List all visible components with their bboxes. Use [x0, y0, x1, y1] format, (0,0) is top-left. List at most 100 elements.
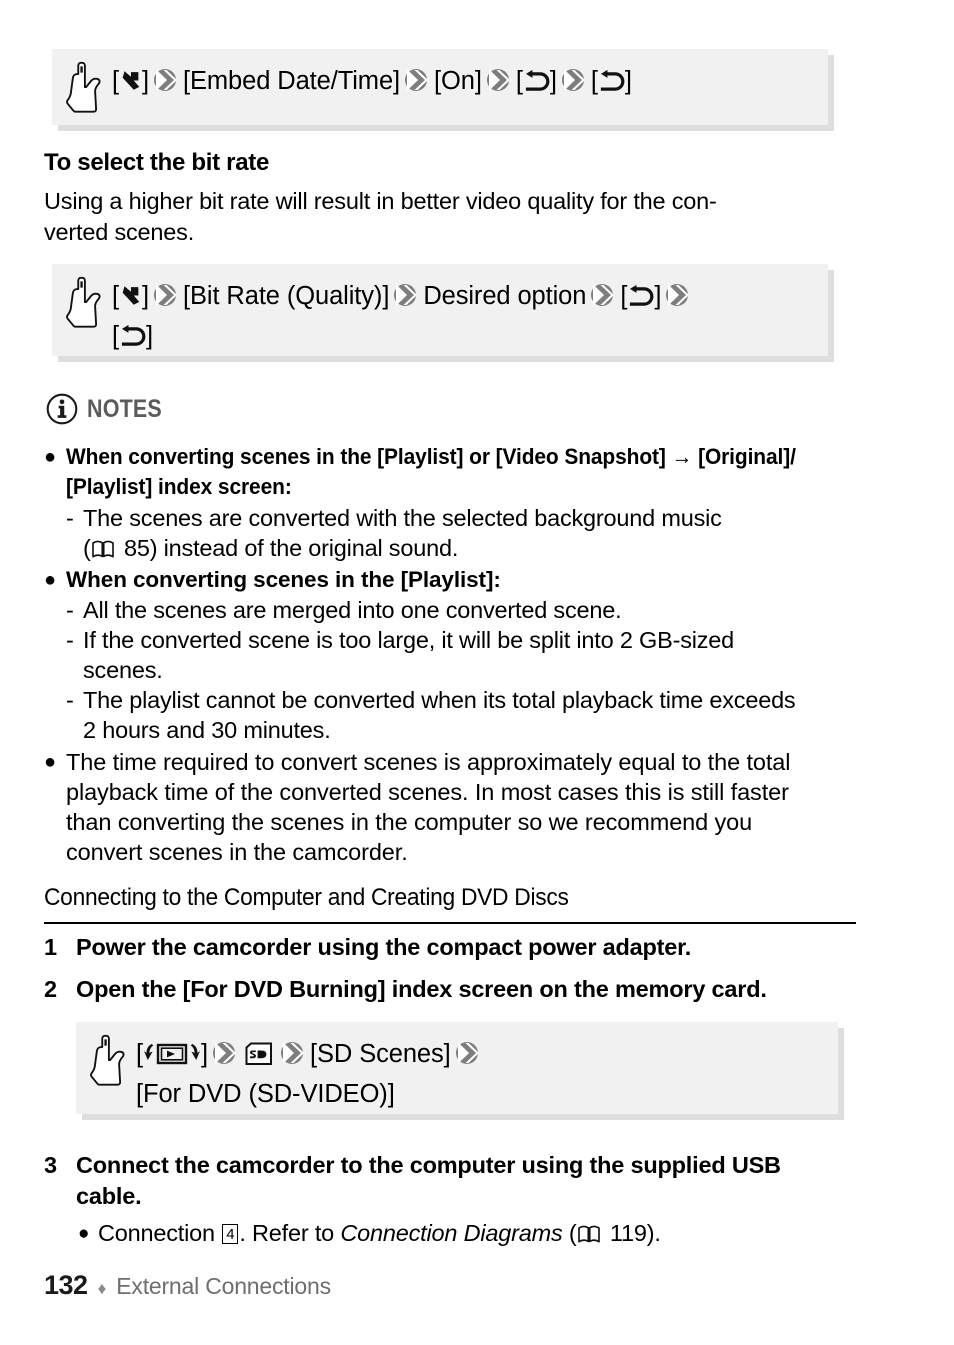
connection-label: Connection	[98, 1220, 222, 1246]
note-sub-line: The scenes are converted with the select…	[83, 505, 722, 531]
pointing-hand-icon	[66, 61, 108, 113]
footer-section-label: External Connections	[116, 1273, 331, 1299]
procedure-steps-text: [] [SD Scenes] [For DVD (SD-VIDEO)]	[136, 1032, 824, 1114]
return-arrow-icon	[630, 284, 654, 306]
note-item: ● The time required to convert scenes is…	[44, 747, 856, 867]
note-sub-item: - All the scenes are merged into one con…	[44, 595, 856, 625]
return-arrow-icon	[525, 69, 550, 91]
note-line: When converting scenes in the [Playlist]…	[66, 444, 796, 469]
book-icon	[91, 540, 114, 558]
section-divider	[44, 922, 856, 924]
notes-header: NOTES	[46, 393, 174, 425]
bullet-icon: ●	[44, 751, 56, 773]
menu-label-sd-scenes[interactable]: [SD Scenes]	[310, 1040, 451, 1068]
note-line: [Playlist] index screen:	[66, 474, 292, 499]
double-chevron-right-icon	[154, 284, 177, 306]
menu-token-wrench[interactable]: []	[112, 282, 149, 310]
double-chevron-right-icon	[561, 69, 585, 91]
menu-label-for-dvd-sd-video[interactable]: [For DVD (SD-VIDEO)]	[136, 1080, 395, 1108]
step-text: Power the camcorder using the compact po…	[76, 934, 692, 960]
note-item: ● When converting scenes in the [Playlis…	[44, 442, 856, 563]
step-number: 2	[44, 976, 57, 1002]
wrench-icon	[122, 71, 140, 90]
manual-page: [] [Embed Date/Time] [On] [] [] To select th…	[0, 0, 954, 1345]
menu-label-embed-date-time[interactable]: [Embed Date/Time]	[183, 67, 400, 95]
note-line: than converting the scenes in the comput…	[66, 809, 753, 835]
menu-token-return-1[interactable]: []	[516, 67, 557, 95]
sd-card-icon	[245, 1042, 272, 1065]
procedure-box-bit-rate: [] [Bit Rate (Quality)] Desired option [] []	[52, 264, 828, 356]
note-sub-item: - If the converted scene is too large, i…	[44, 625, 856, 685]
note-sub-line2: ( 85) instead of the original sound.	[83, 535, 458, 561]
double-chevron-right-icon	[154, 69, 177, 91]
step-text-line2: cable.	[76, 1183, 142, 1209]
dash-marker: -	[66, 627, 74, 653]
book-icon	[577, 1225, 600, 1243]
connection-number-badge: 4	[222, 1224, 239, 1244]
notes-list: ● When converting scenes in the [Playlis…	[44, 442, 856, 867]
double-chevron-right-icon	[591, 284, 615, 306]
pointing-hand-icon	[66, 276, 108, 328]
note-sub-item: - The playlist cannot be converted when …	[44, 685, 856, 745]
menu-label-bit-rate-quality[interactable]: [Bit Rate (Quality)]	[183, 282, 389, 310]
menu-token-return-2[interactable]: []	[591, 67, 632, 95]
menu-token-return-2[interactable]: []	[112, 322, 153, 350]
double-chevron-right-icon	[394, 284, 418, 306]
step-number: 1	[44, 934, 57, 960]
double-chevron-right-icon	[455, 1042, 479, 1064]
note-bold-text: ● When converting scenes in the [Playlis…	[44, 442, 856, 502]
info-circle-icon	[46, 393, 78, 425]
note-sub-item: - The scenes are converted with the sele…	[44, 503, 856, 563]
double-chevron-right-icon	[281, 1042, 304, 1064]
procedure-box-embed-date-time: [] [Embed Date/Time] [On] [] []	[52, 49, 828, 125]
paren-open: (	[562, 1220, 577, 1246]
note-sub-line: If the converted scene is too large, it …	[83, 627, 735, 653]
note-bold-text: ● When converting scenes in the [Playlis…	[44, 565, 856, 595]
page-number: 132	[44, 1270, 88, 1300]
dash-marker: -	[66, 687, 74, 713]
note-sub-line: 2 hours and 30 minutes.	[83, 717, 331, 743]
step-text: Open the [For DVD Burning] index screen …	[76, 976, 767, 1002]
double-chevron-right-icon	[213, 1042, 236, 1064]
note-item: ● When converting scenes in the [Playlis…	[44, 565, 856, 745]
note-plain-text: ● The time required to convert scenes is…	[44, 747, 856, 867]
paren-open: (	[83, 535, 91, 561]
menu-label-desired-option[interactable]: Desired option	[423, 282, 586, 310]
procedure-steps-text: [] [Embed Date/Time] [On] [] []	[112, 59, 814, 101]
return-arrow-icon	[121, 324, 146, 346]
refer-text: . Refer to	[239, 1220, 341, 1246]
bit-rate-subheading: To select the bit rate	[44, 149, 270, 176]
menu-token-wrench[interactable]: []	[112, 67, 149, 95]
section-heading-dvd: Connecting to the Computer and Creating …	[44, 884, 569, 911]
diamond-separator-icon: ♦	[97, 1279, 107, 1298]
dash-marker: -	[66, 505, 74, 531]
menu-token-return-1[interactable]: []	[620, 282, 661, 310]
pointing-hand-icon	[90, 1034, 132, 1086]
step-3-sub-bullet: ● Connection 4. Refer to Connection Diag…	[78, 1218, 858, 1249]
dash-marker: -	[66, 597, 74, 623]
step-text-line1: Connect the camcorder to the computer us…	[76, 1152, 781, 1178]
note-line: playback time of the converted scenes. I…	[66, 779, 789, 805]
double-chevron-right-icon	[486, 69, 510, 91]
step-1: 1 Power the camcorder using the compact …	[44, 932, 856, 963]
menu-token-playback-mode[interactable]: []	[136, 1040, 208, 1068]
bullet-icon: ●	[78, 1223, 90, 1244]
step-number: 3	[44, 1152, 57, 1178]
step-2: 2 Open the [For DVD Burning] index scree…	[44, 974, 856, 1005]
bit-rate-paragraph: Using a higher bit rate will result in b…	[44, 186, 856, 248]
procedure-box-for-dvd-burning: [] [SD Scenes] [For DVD (SD-VIDEO)]	[76, 1022, 838, 1114]
page-ref: 85) instead of the original sound.	[117, 535, 459, 561]
playback-mode-icon	[144, 1043, 200, 1065]
bullet-icon: ●	[44, 446, 56, 468]
return-arrow-icon	[600, 69, 625, 91]
bullet-icon: ●	[44, 569, 56, 591]
menu-label-on[interactable]: [On]	[434, 67, 482, 95]
connection-diagrams-reference: Connection Diagrams	[340, 1220, 563, 1246]
note-sub-line: scenes.	[83, 657, 163, 683]
note-sub-line: All the scenes are merged into one conve…	[83, 597, 622, 623]
procedure-steps-text: [] [Bit Rate (Quality)] Desired option [] []	[112, 274, 814, 356]
note-sub-line: The playlist cannot be converted when it…	[83, 687, 796, 713]
note-line: The time required to convert scenes is a…	[66, 749, 791, 775]
step-3: 3 Connect the camcorder to the computer …	[44, 1150, 856, 1212]
note-line: When converting scenes in the [Playlist]…	[66, 567, 501, 592]
